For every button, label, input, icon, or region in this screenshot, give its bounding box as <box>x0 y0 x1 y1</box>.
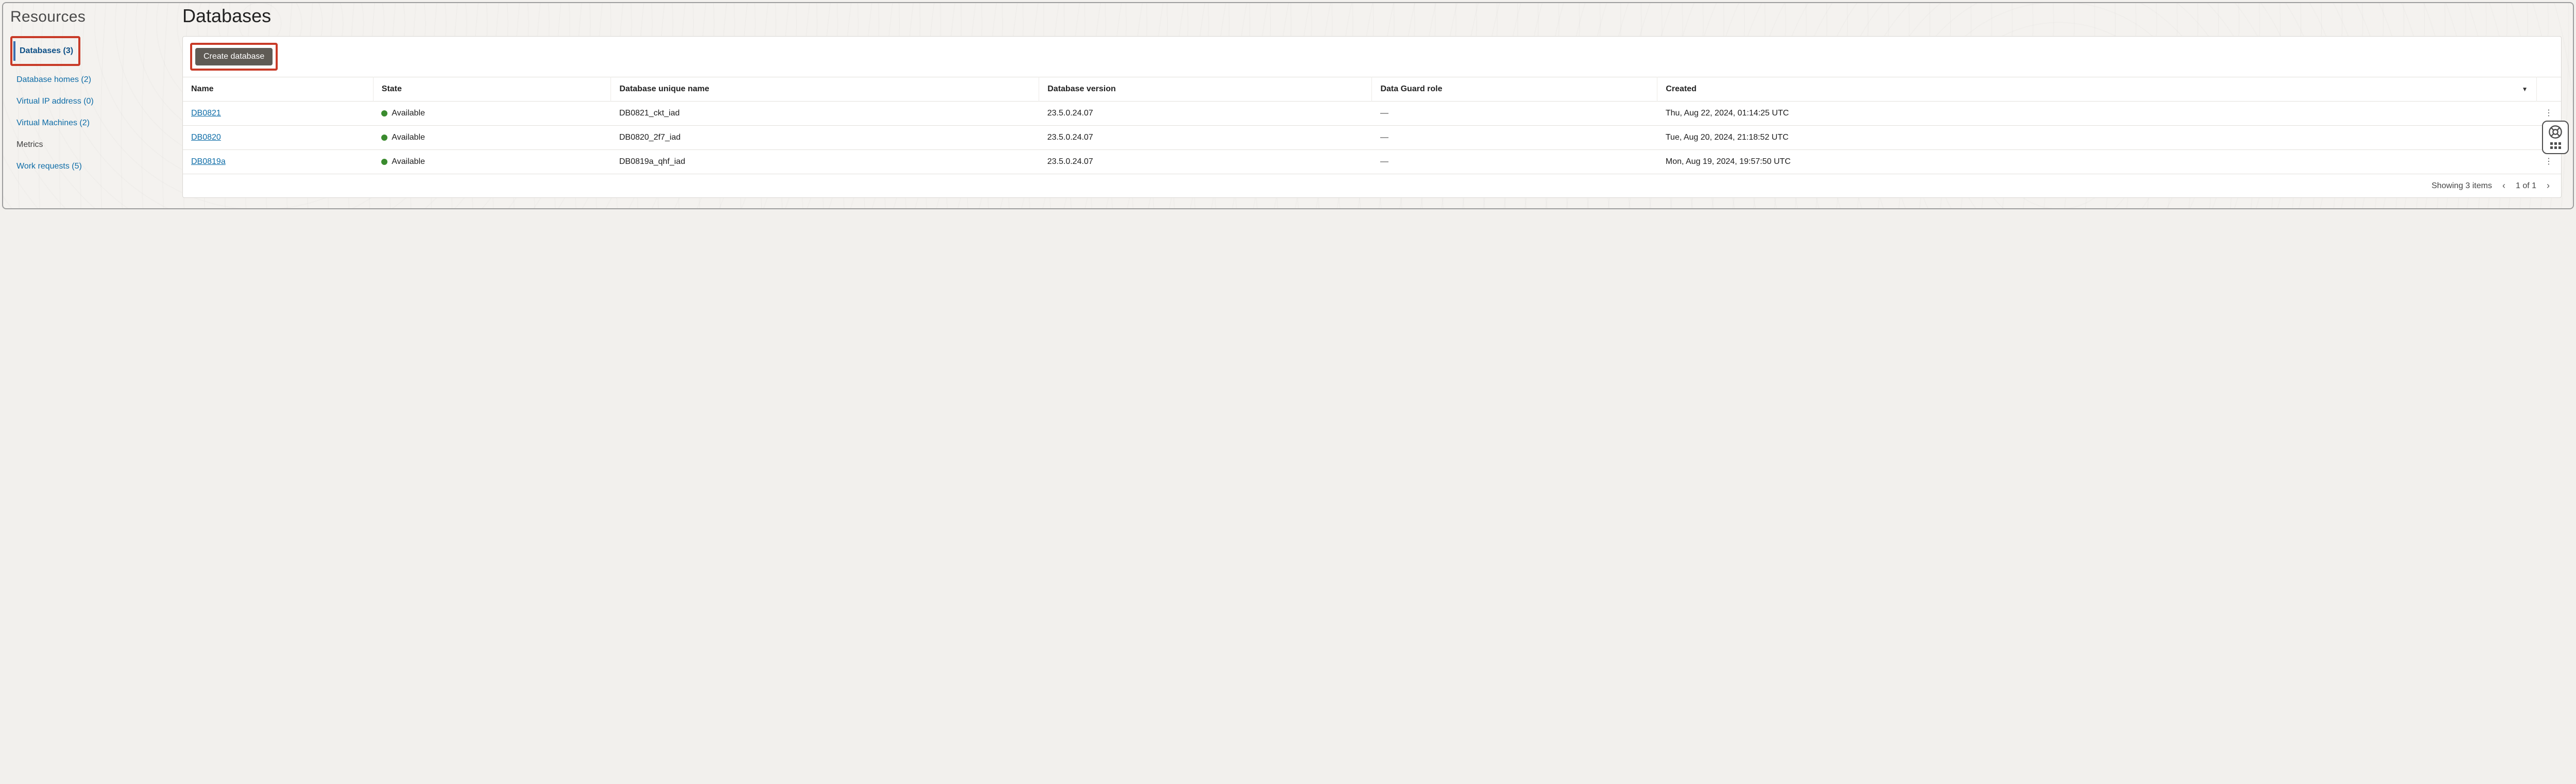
life-ring-icon <box>2548 125 2563 139</box>
sidebar-item-virtual-machines[interactable]: Virtual Machines (2) <box>10 113 173 133</box>
footer-summary: Showing 3 items <box>2432 181 2492 191</box>
status-dot-icon <box>381 110 387 116</box>
version-cell: 23.5.0.24.07 <box>1039 150 1372 174</box>
sidebar-item-label: Virtual Machines (2) <box>16 119 90 127</box>
state-label: Available <box>392 133 425 142</box>
th-created[interactable]: Created ▼ <box>1657 77 2536 102</box>
state-cell: Available <box>381 109 603 118</box>
role-cell: — <box>1372 150 1657 174</box>
state-label: Available <box>392 109 425 118</box>
sidebar-item-virtual-ip[interactable]: Virtual IP address (0) <box>10 92 173 111</box>
sidebar-item-label: Databases (3) <box>20 46 73 55</box>
th-role[interactable]: Data Guard role <box>1372 77 1657 102</box>
sidebar-item-label: Database homes (2) <box>16 75 91 84</box>
sidebar-item-label: Work requests (5) <box>16 162 82 171</box>
role-cell: — <box>1372 126 1657 150</box>
state-cell: Available <box>381 133 603 142</box>
role-cell: — <box>1372 102 1657 126</box>
help-widget[interactable] <box>2542 121 2569 154</box>
table-row: DB0819a Available DB0819a_qhf_iad23.5.0.24… <box>183 150 2561 174</box>
page-indicator: 1 of 1 <box>2516 181 2536 191</box>
sidebar-item-highlight-box: Databases (3) <box>10 36 80 66</box>
main-content: Databases Create database Name State Dat… <box>173 3 2573 208</box>
version-cell: 23.5.0.24.07 <box>1039 102 1372 126</box>
state-label: Available <box>392 157 425 166</box>
status-dot-icon <box>381 159 387 165</box>
table-row: DB0820 Available DB0820_2f7_iad23.5.0.24.0… <box>183 126 2561 150</box>
create-db-highlight-box: Create database <box>190 43 278 71</box>
th-state[interactable]: State <box>373 77 611 102</box>
status-dot-icon <box>381 135 387 141</box>
sort-desc-icon: ▼ <box>2522 86 2528 93</box>
db-name-link[interactable]: DB0821 <box>191 109 221 118</box>
version-cell: 23.5.0.24.07 <box>1039 126 1372 150</box>
db-name-link[interactable]: DB0820 <box>191 133 221 142</box>
sidebar-item-label: Metrics <box>16 140 43 149</box>
th-created-label: Created <box>1666 85 1697 94</box>
created-cell: Mon, Aug 19, 2024, 19:57:50 UTC <box>1657 150 2536 174</box>
unique-name-cell: DB0821_ckt_iad <box>611 102 1039 126</box>
th-actions <box>2536 77 2561 102</box>
sidebar-item-metrics[interactable]: Metrics <box>10 135 173 155</box>
sidebar-nav: Databases (3) Database homes (2) Virtual… <box>10 36 173 176</box>
create-database-button[interactable]: Create database <box>195 48 273 65</box>
table-body: DB0821 Available DB0821_ckt_iad23.5.0.24.0… <box>183 102 2561 174</box>
panel-toolbar: Create database <box>183 37 2561 77</box>
sidebar-item-label: Virtual IP address (0) <box>16 97 94 106</box>
created-cell: Thu, Aug 22, 2024, 01:14:25 UTC <box>1657 102 2536 126</box>
th-version[interactable]: Database version <box>1039 77 1372 102</box>
unique-name-cell: DB0819a_qhf_iad <box>611 150 1039 174</box>
sidebar-item-work-requests[interactable]: Work requests (5) <box>10 157 173 176</box>
sidebar-title: Resources <box>10 8 173 26</box>
sidebar-item-databases[interactable]: Databases (3) <box>13 41 77 61</box>
drag-handle-icon[interactable] <box>2550 142 2561 149</box>
th-unique-name[interactable]: Database unique name <box>611 77 1039 102</box>
prev-page-button[interactable]: ‹ <box>2499 179 2509 192</box>
next-page-button[interactable]: › <box>2544 179 2553 192</box>
app-frame: Resources Databases (3) Database homes (… <box>2 2 2574 209</box>
th-name[interactable]: Name <box>183 77 373 102</box>
unique-name-cell: DB0820_2f7_iad <box>611 126 1039 150</box>
databases-table: Name State Database unique name Database… <box>183 77 2561 174</box>
panel-footer: Showing 3 items ‹ 1 of 1 › <box>183 174 2561 197</box>
table-header: Name State Database unique name Database… <box>183 77 2561 102</box>
created-cell: Tue, Aug 20, 2024, 21:18:52 UTC <box>1657 126 2536 150</box>
db-name-link[interactable]: DB0819a <box>191 157 226 166</box>
databases-panel: Create database Name State Database uniq… <box>182 36 2562 198</box>
sidebar: Resources Databases (3) Database homes (… <box>3 3 173 208</box>
page-title: Databases <box>182 5 2562 27</box>
sidebar-item-database-homes[interactable]: Database homes (2) <box>10 70 173 90</box>
table-row: DB0821 Available DB0821_ckt_iad23.5.0.24.0… <box>183 102 2561 126</box>
state-cell: Available <box>381 157 603 166</box>
